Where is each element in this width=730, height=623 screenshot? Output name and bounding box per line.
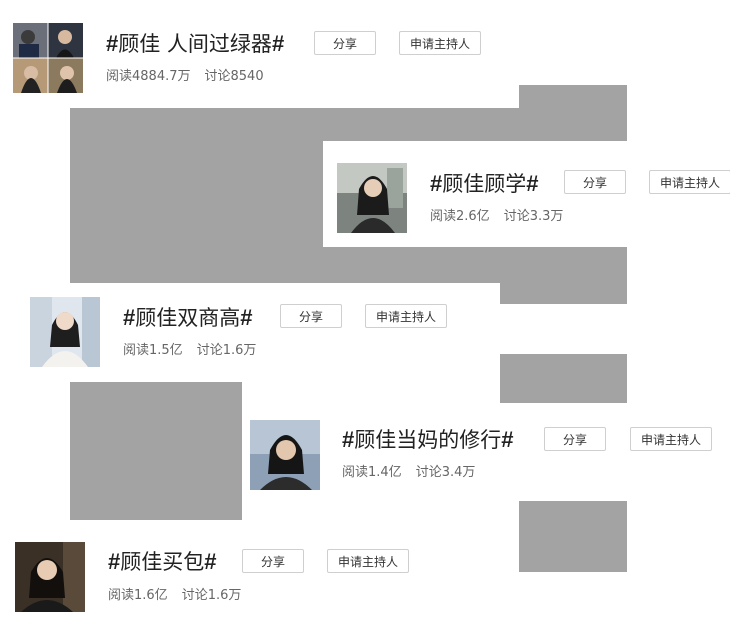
topic-collage: #顾佳 人间过绿器# 分享 申请主持人 阅读4884.7万 讨论8540 #顾佳顾… [0,0,730,623]
topic-stats: 阅读1.5亿 讨论1.6万 [123,342,256,360]
topic-stats: 阅读2.6亿 讨论3.3万 [430,208,563,226]
apply-host-button[interactable]: 申请主持人 [399,31,481,55]
topic-thumbnail[interactable] [13,23,83,93]
hash-close: # [526,171,539,196]
portrait-image [337,163,407,233]
topic-stats: 阅读4884.7万 讨论8540 [106,68,264,86]
gray-band [70,247,627,283]
read-count: 阅读4884.7万 [106,69,191,84]
hash-open: # [106,31,119,56]
share-button[interactable]: 分享 [564,170,626,194]
topic-stats: 阅读1.6亿 讨论1.6万 [108,587,241,605]
topic-name: 顾佳买包 [120,550,205,574]
hash-open: # [430,171,443,196]
hash-open: # [342,427,355,452]
gray-band [70,108,627,141]
discuss-count: 讨论3.3万 [503,209,564,224]
read-count: 阅读1.5亿 [123,343,183,358]
hash-open: # [108,549,121,574]
discuss-count: 讨论1.6万 [181,588,242,603]
topic-thumbnail[interactable] [250,420,320,490]
topic-title[interactable]: #顾佳双商高# [123,304,253,332]
apply-host-button[interactable]: 申请主持人 [365,304,447,328]
topic-title[interactable]: #顾佳买包# [108,548,217,576]
gray-band [519,500,627,572]
share-button[interactable]: 分享 [280,304,342,328]
topic-thumbnail[interactable] [337,163,407,233]
gray-band [500,283,627,304]
topic-name: 顾佳当妈的修行 [354,428,502,452]
portrait-image [15,542,85,612]
topic-thumbnail[interactable] [15,542,85,612]
topic-card[interactable]: #顾佳双商高# 分享 申请主持人 阅读1.5亿 讨论1.6万 [16,283,500,382]
gray-band [519,85,627,110]
read-count: 阅读1.4亿 [342,465,402,480]
topic-card[interactable]: #顾佳顾学# 分享 申请主持人 阅读2.6亿 讨论3.3万 [323,141,730,247]
discuss-count: 讨论1.6万 [196,343,257,358]
collage-image [13,23,83,93]
topic-stats: 阅读1.4亿 讨论3.4万 [342,464,475,482]
topic-card[interactable]: #顾佳买包# 分享 申请主持人 阅读1.6亿 讨论1.6万 [0,520,519,623]
portrait-image [30,297,100,367]
hash-close: # [271,31,285,56]
topic-name: 顾佳顾学 [442,172,527,196]
read-count: 阅读2.6亿 [430,209,490,224]
discuss-count: 讨论3.4万 [415,465,476,480]
portrait-image [250,420,320,490]
read-count: 阅读1.6亿 [108,588,168,603]
topic-card[interactable]: #顾佳当妈的修行# 分享 申请主持人 阅读1.4亿 讨论3.4万 [242,403,730,501]
gray-band [70,381,242,520]
hash-close: # [240,305,253,330]
apply-host-button[interactable]: 申请主持人 [649,170,730,194]
share-button[interactable]: 分享 [242,549,304,573]
hash-close: # [501,427,514,452]
gray-band [70,141,323,247]
topic-name: 顾佳 人间过绿器 [118,32,272,56]
discuss-count: 讨论8540 [204,69,264,84]
gray-band [500,354,627,403]
topic-title[interactable]: #顾佳当妈的修行# [342,426,514,454]
apply-host-button[interactable]: 申请主持人 [630,427,712,451]
topic-thumbnail[interactable] [30,297,100,367]
hash-close: # [204,549,217,574]
topic-card[interactable]: #顾佳 人间过绿器# 分享 申请主持人 阅读4884.7万 讨论8540 [13,21,513,95]
topic-title[interactable]: #顾佳 人间过绿器# [106,30,284,58]
hash-open: # [123,305,136,330]
share-button[interactable]: 分享 [544,427,606,451]
topic-name: 顾佳双商高 [135,306,241,330]
share-button[interactable]: 分享 [314,31,376,55]
topic-title[interactable]: #顾佳顾学# [430,170,539,198]
apply-host-button[interactable]: 申请主持人 [327,549,409,573]
